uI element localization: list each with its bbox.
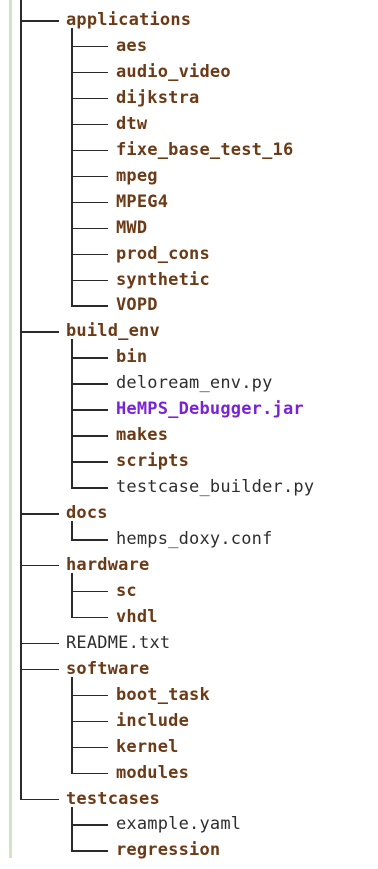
tree-branch-connector bbox=[20, 668, 59, 671]
tree-branch-connector bbox=[71, 305, 108, 307]
tree-child-item-hemps-debugger-jar[interactable]: HeMPS_Debugger.jar bbox=[0, 399, 378, 428]
tree-child-item-dijkstra[interactable]: dijkstra bbox=[0, 88, 378, 117]
folder-name: software bbox=[66, 658, 150, 679]
tree-branch-connector bbox=[71, 746, 108, 749]
folder-name: modules bbox=[116, 762, 190, 783]
folder-name: mpeg bbox=[116, 165, 158, 186]
tree-root-item-hardware[interactable]: hardware bbox=[0, 555, 378, 584]
tree-branch-connector bbox=[71, 383, 108, 385]
tree-branch-connector bbox=[71, 409, 108, 411]
tree-branch-connector bbox=[71, 539, 108, 541]
tree-branch-connector bbox=[20, 20, 59, 22]
tree-child-item-vopd[interactable]: VOPD bbox=[0, 295, 378, 324]
folder-name: scripts bbox=[116, 451, 190, 472]
tree-child-item-vhdl[interactable]: vhdl bbox=[0, 607, 378, 636]
folder-name: bin bbox=[116, 347, 148, 368]
tree-branch-connector bbox=[71, 253, 108, 256]
tree-branch-connector bbox=[20, 798, 59, 800]
tree-branch-connector bbox=[71, 97, 108, 100]
tree-branch-connector bbox=[20, 642, 59, 645]
tree-child-item-mpeg[interactable]: mpeg bbox=[0, 166, 378, 195]
folder-name: makes bbox=[116, 425, 169, 446]
file-name: deloream_env.py bbox=[116, 373, 273, 394]
file-tree: applications aes audio_video dijkstra dtw fix… bbox=[0, 0, 378, 860]
folder-name: include bbox=[116, 710, 190, 731]
file-name: testcase_builder.py bbox=[116, 477, 315, 498]
tree-branch-connector bbox=[71, 71, 108, 74]
folder-name: applications bbox=[66, 10, 192, 30]
folder-name: prod_cons bbox=[116, 243, 210, 264]
folder-name: vhdl bbox=[116, 606, 158, 627]
file-name: example.yaml bbox=[116, 814, 242, 835]
tree-branch-connector bbox=[71, 201, 108, 204]
tree-branch-connector bbox=[71, 227, 108, 230]
tree-root-item-readme-txt[interactable]: README.txt bbox=[0, 633, 378, 662]
folder-name: docs bbox=[66, 503, 108, 524]
folder-name: regression bbox=[116, 840, 221, 861]
tree-branch-connector bbox=[71, 772, 108, 775]
tree-branch-connector bbox=[71, 279, 108, 281]
tree-branch-connector bbox=[20, 513, 59, 515]
folder-name: VOPD bbox=[116, 295, 158, 316]
folder-name: MWD bbox=[116, 217, 148, 238]
tree-branch-connector bbox=[71, 461, 108, 463]
folder-name: build_env bbox=[66, 321, 160, 342]
tree-branch-connector bbox=[71, 435, 108, 437]
tree-branch-connector bbox=[71, 590, 108, 593]
tree-branch-connector bbox=[20, 331, 59, 333]
folder-name: audio_video bbox=[116, 61, 231, 82]
tree-child-item-modules[interactable]: modules bbox=[0, 763, 378, 792]
tree-child-item-fixe-base-test-16[interactable]: fixe_base_test_16 bbox=[0, 140, 378, 169]
tree-branch-connector bbox=[20, 564, 59, 567]
folder-name: aes bbox=[116, 35, 148, 56]
folder-name: synthetic bbox=[116, 269, 210, 290]
tree-child-item-testcase-builder-py[interactable]: testcase_builder.py bbox=[0, 477, 378, 506]
tree-branch-connector bbox=[71, 487, 108, 489]
tree-branch-connector bbox=[71, 720, 108, 723]
tree-branch-connector bbox=[71, 149, 108, 152]
folder-name: MPEG4 bbox=[116, 191, 169, 212]
file-name: HeMPS_Debugger.jar bbox=[116, 399, 304, 420]
tree-root-item-build-env[interactable]: build_env bbox=[0, 321, 378, 350]
tree-branch-connector bbox=[71, 616, 108, 619]
folder-name: testcases bbox=[66, 788, 160, 809]
folder-name: kernel bbox=[116, 736, 179, 757]
folder-name: dijkstra bbox=[116, 87, 200, 108]
folder-name: sc bbox=[116, 580, 137, 601]
tree-branch-connector bbox=[71, 694, 108, 697]
tree-root-item-applications[interactable]: applications bbox=[0, 10, 378, 39]
tree-branch-connector bbox=[71, 357, 108, 359]
file-name: hemps_doxy.conf bbox=[116, 529, 273, 549]
tree-branch-connector bbox=[71, 123, 108, 126]
tree-branch-connector bbox=[71, 850, 108, 852]
tree-branch-connector bbox=[71, 175, 108, 178]
tree-child-item-sc[interactable]: sc bbox=[0, 581, 378, 610]
file-name: README.txt bbox=[66, 632, 171, 653]
tree-child-item-include[interactable]: include bbox=[0, 711, 378, 740]
folder-name: boot_task bbox=[116, 684, 210, 705]
folder-name: fixe_base_test_16 bbox=[116, 139, 294, 160]
tree-child-item-synthetic[interactable]: synthetic bbox=[0, 270, 378, 299]
folder-name: dtw bbox=[116, 113, 148, 134]
folder-name: hardware bbox=[66, 554, 150, 575]
tree-child-item-regression[interactable]: regression bbox=[0, 840, 378, 869]
tree-branch-connector bbox=[71, 824, 108, 826]
tree-branch-connector bbox=[71, 45, 108, 48]
tree-child-item-mpeg4[interactable]: MPEG4 bbox=[0, 192, 378, 221]
tree-child-item-hemps-doxy-conf[interactable]: hemps_doxy.conf bbox=[0, 529, 378, 558]
